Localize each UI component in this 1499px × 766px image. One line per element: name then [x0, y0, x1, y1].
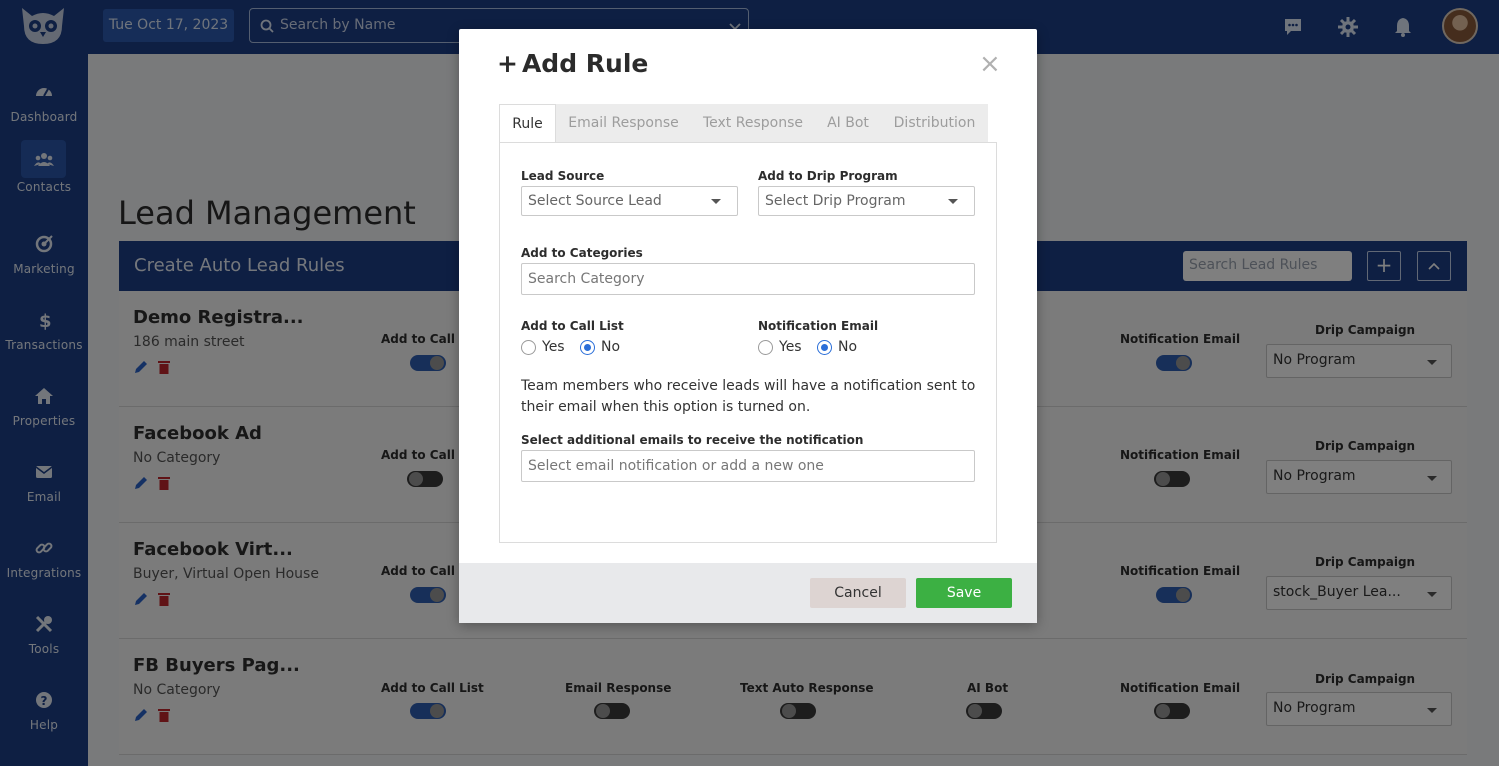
yes-label: Yes	[542, 339, 565, 355]
lead-source-placeholder: Select Source Lead	[528, 193, 662, 209]
lead-source-select[interactable]: Select Source Lead	[521, 186, 738, 216]
tab-distribution[interactable]: Distribution	[881, 104, 988, 143]
save-button[interactable]: Save	[916, 578, 1012, 608]
call-list-no-radio[interactable]	[580, 340, 595, 355]
rule-tab-panel: Lead Source Select Source Lead Add to Dr…	[499, 142, 997, 543]
drip-program-select[interactable]: Select Drip Program	[758, 186, 975, 216]
call-list-label: Add to Call List	[521, 319, 624, 333]
no-label: No	[601, 339, 621, 355]
tab-text-response[interactable]: Text Response	[691, 104, 815, 143]
notification-email-label: Notification Email	[758, 319, 879, 333]
drip-program-placeholder: Select Drip Program	[765, 193, 906, 209]
notification-help-text: Team members who receive leads will have…	[521, 378, 976, 415]
add-rule-modal: + Add Rule × Rule Email Response Text Res…	[459, 29, 1037, 623]
drip-program-label: Add to Drip Program	[758, 169, 898, 183]
close-icon[interactable]: ×	[979, 49, 1001, 79]
categories-label: Add to Categories	[521, 246, 643, 260]
notification-no-radio[interactable]	[817, 340, 832, 355]
additional-emails-label: Select additional emails to receive the …	[521, 433, 864, 447]
no-label: No	[838, 339, 858, 355]
lead-source-label: Lead Source	[521, 169, 605, 183]
call-list-yes-radio[interactable]	[521, 340, 536, 355]
category-search-input[interactable]: Search Category	[521, 263, 975, 295]
caret-down-icon	[948, 199, 958, 204]
modal-title: + Add Rule	[497, 49, 648, 78]
cancel-button[interactable]: Cancel	[810, 578, 906, 608]
yes-label: Yes	[779, 339, 802, 355]
notification-yes-radio[interactable]	[758, 340, 773, 355]
modal-tabs: Rule Email Response Text Response AI Bot…	[499, 104, 988, 144]
tab-rule[interactable]: Rule	[499, 104, 556, 144]
tab-ai-bot[interactable]: AI Bot	[815, 104, 881, 143]
caret-down-icon	[711, 199, 721, 204]
tab-email-response[interactable]: Email Response	[556, 104, 691, 143]
additional-emails-input[interactable]: Select email notification or add a new o…	[521, 450, 975, 482]
modal-title-text: Add Rule	[521, 49, 649, 78]
plus-icon: +	[497, 49, 518, 78]
modal-footer: Cancel Save	[459, 563, 1037, 623]
